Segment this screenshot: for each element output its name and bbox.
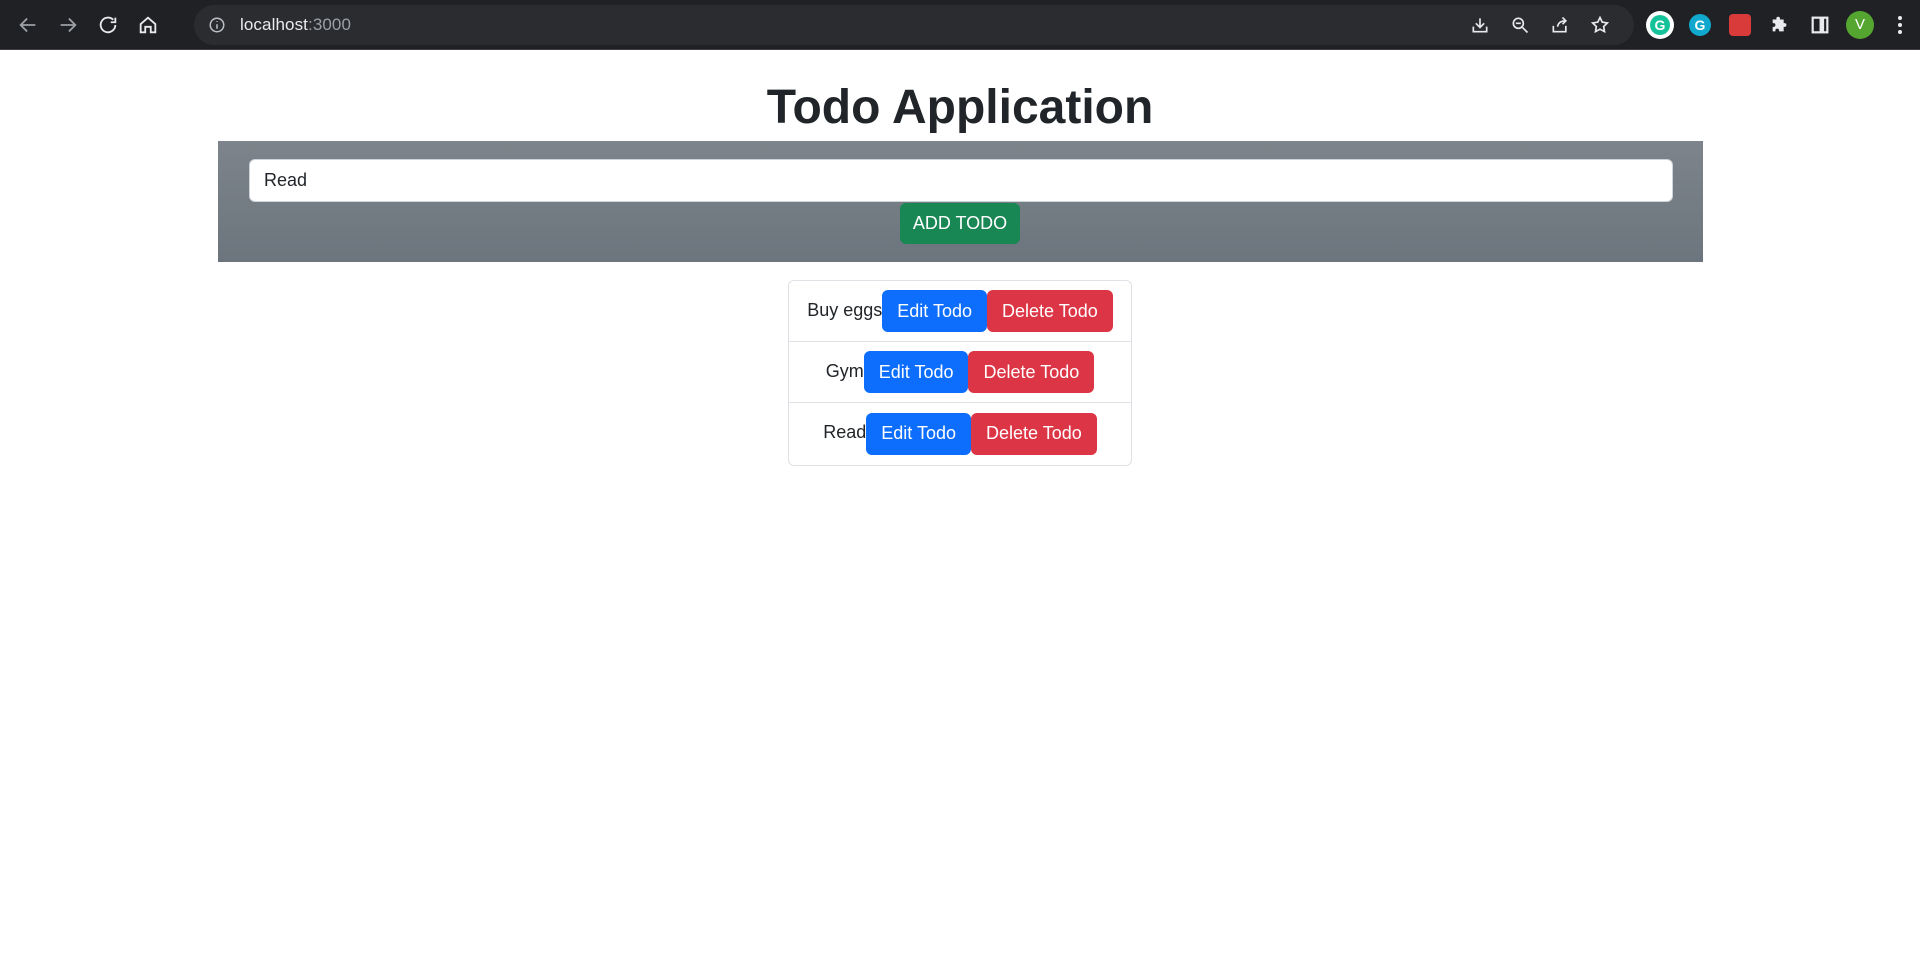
edit-todo-button[interactable]: Edit Todo bbox=[863, 351, 969, 393]
address-bar-actions bbox=[1460, 5, 1620, 45]
todo-text: Read bbox=[823, 422, 867, 442]
side-panel-icon bbox=[1811, 16, 1829, 33]
back-button[interactable] bbox=[8, 5, 48, 45]
install-app-button[interactable] bbox=[1460, 5, 1500, 45]
todo-item: Buy eggs Edit Todo Delete Todo bbox=[789, 281, 1131, 342]
edit-todo-button[interactable]: Edit Todo bbox=[882, 290, 988, 332]
grammarly-go-extension[interactable]: G bbox=[1680, 5, 1720, 45]
zoom-button[interactable] bbox=[1500, 5, 1540, 45]
grammarly-letter: G bbox=[1650, 14, 1670, 35]
delete-todo-button[interactable]: Delete Todo bbox=[968, 351, 1095, 393]
arrow-right-icon bbox=[60, 17, 77, 32]
side-panel-button[interactable] bbox=[1800, 5, 1840, 45]
delete-todo-button[interactable]: Delete Todo bbox=[971, 412, 1097, 455]
add-todo-button[interactable]: ADD TODO bbox=[900, 203, 1020, 244]
share-button[interactable] bbox=[1540, 5, 1580, 45]
reload-button[interactable] bbox=[88, 5, 128, 45]
profile-button[interactable]: V bbox=[1840, 5, 1880, 45]
delete-todo-button[interactable]: Delete Todo bbox=[987, 290, 1113, 332]
share-icon bbox=[1552, 16, 1568, 32]
puzzle-icon bbox=[1772, 16, 1787, 31]
page-title: Todo Application bbox=[766, 81, 1154, 134]
grammarly-go-icon: G bbox=[1689, 13, 1711, 36]
info-icon[interactable] bbox=[208, 16, 226, 34]
arrow-left-icon bbox=[19, 17, 36, 32]
edit-todo-button[interactable]: Edit Todo bbox=[866, 412, 971, 455]
browser-menu-button[interactable] bbox=[1880, 5, 1920, 45]
todo-text: Buy eggs bbox=[807, 299, 883, 320]
extension-icon bbox=[1729, 13, 1751, 36]
add-todo-panel: ADD TODO bbox=[218, 141, 1703, 262]
extensions-area: G G V bbox=[1640, 5, 1920, 45]
todo-text: Gym bbox=[825, 360, 864, 381]
menu-dot bbox=[1898, 15, 1902, 20]
forward-button[interactable] bbox=[48, 5, 88, 45]
url-text[interactable]: localhost:3000 bbox=[240, 15, 351, 35]
home-icon bbox=[139, 15, 157, 33]
todo-input[interactable] bbox=[249, 159, 1673, 202]
todo-list: Buy eggs Edit Todo Delete Todo Gym Edit … bbox=[788, 280, 1132, 466]
browser-toolbar: localhost:3000 G G V bbox=[0, 0, 1920, 50]
todo-item: Read Edit Todo Delete Todo bbox=[789, 403, 1131, 464]
zoom-out-icon bbox=[1512, 17, 1529, 33]
menu-dot bbox=[1898, 29, 1902, 34]
avatar: V bbox=[1846, 10, 1874, 39]
url-port: :3000 bbox=[308, 14, 352, 34]
bookmark-button[interactable] bbox=[1580, 5, 1620, 45]
address-bar[interactable]: localhost:3000 bbox=[194, 4, 1634, 45]
home-button[interactable] bbox=[128, 5, 168, 45]
red-extension[interactable] bbox=[1720, 5, 1760, 45]
reload-icon bbox=[99, 16, 117, 33]
todo-item: Gym Edit Todo Delete Todo bbox=[789, 342, 1131, 403]
grammarly-icon: G bbox=[1646, 10, 1674, 39]
grammarly-extension[interactable]: G bbox=[1640, 5, 1680, 45]
install-icon bbox=[1472, 17, 1488, 32]
menu-dot bbox=[1898, 22, 1902, 27]
extensions-button[interactable] bbox=[1760, 5, 1800, 45]
url-host: localhost bbox=[240, 14, 308, 34]
star-icon bbox=[1590, 15, 1610, 33]
